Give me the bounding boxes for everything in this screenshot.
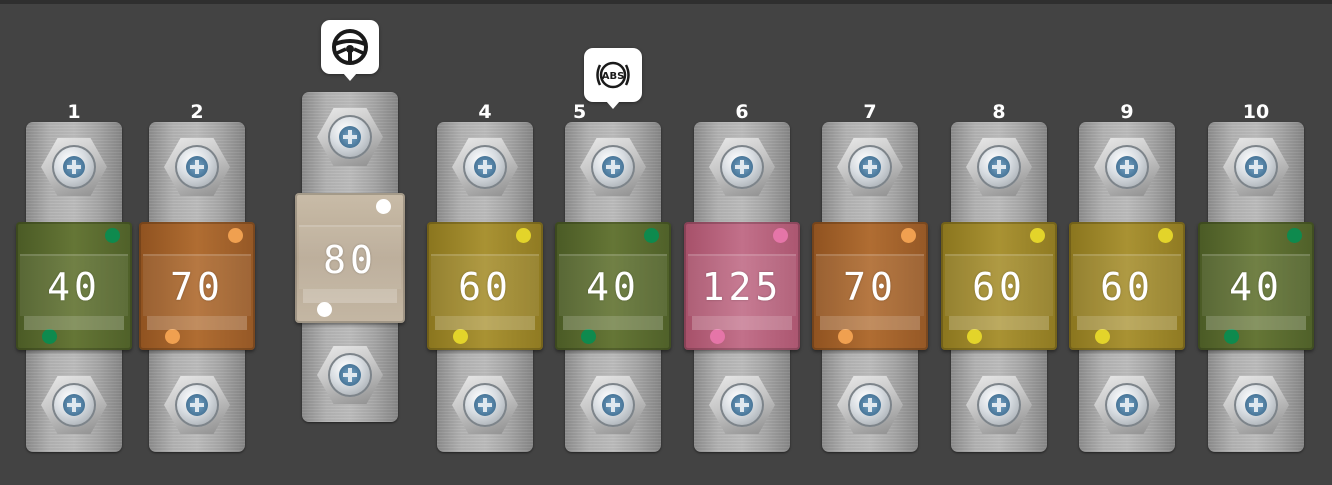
fuse-rating: 60: [458, 265, 512, 309]
steering-wheel-icon: [321, 20, 379, 81]
fuse-rating: 60: [972, 265, 1026, 309]
fuse-indicator-dot: [105, 228, 120, 243]
fuse-slot-7[interactable]: 7 70: [810, 0, 930, 485]
fuse-rating: 40: [47, 265, 101, 309]
fuse-rating: 70: [843, 265, 897, 309]
fuse-number: 5: [573, 101, 587, 123]
fuse-number: 2: [190, 101, 204, 123]
fuse-slot-10[interactable]: 10 40: [1196, 0, 1316, 485]
fuse-slot-1[interactable]: 1 40: [14, 0, 134, 485]
fuse-body[interactable]: 125: [684, 222, 800, 350]
fuse-slot-3[interactable]: 3 80: [290, 0, 410, 485]
fuse-body[interactable]: 60: [1069, 222, 1185, 350]
fuse-body[interactable]: 70: [139, 222, 255, 350]
fuse-number: 4: [478, 101, 492, 123]
fuse-body[interactable]: 40: [1198, 222, 1314, 350]
fuse-indicator-dot: [1095, 329, 1110, 344]
fuse-indicator-dot: [317, 302, 332, 317]
fuse-indicator-dot: [967, 329, 982, 344]
fuse-rating: 80: [323, 238, 377, 282]
fuse-indicator-dot: [165, 329, 180, 344]
fuse-indicator-dot: [838, 329, 853, 344]
fuse-number: 8: [992, 101, 1006, 123]
fuse-indicator-dot: [581, 329, 596, 344]
fuse-indicator-dot: [228, 228, 243, 243]
fuse-body[interactable]: 40: [555, 222, 671, 350]
fuse-rating: 60: [1100, 265, 1154, 309]
fuse-indicator-dot: [1287, 228, 1302, 243]
fuse-slot-4[interactable]: 4 60: [425, 0, 545, 485]
fuse-body[interactable]: 80: [295, 193, 405, 323]
fuse-slot-6[interactable]: 6 125: [682, 0, 802, 485]
fuse-indicator-dot: [453, 329, 468, 344]
fuse-rating: 40: [586, 265, 640, 309]
fuse-number: 9: [1120, 101, 1134, 123]
fuse-indicator-dot: [644, 228, 659, 243]
fuse-number: 6: [735, 101, 749, 123]
fuse-body[interactable]: 70: [812, 222, 928, 350]
fuse-indicator-dot: [42, 329, 57, 344]
fuse-slot-5[interactable]: ABS 5 40: [553, 0, 673, 485]
fuse-number: 1: [67, 101, 81, 123]
svg-text:ABS: ABS: [602, 71, 625, 82]
fuse-body[interactable]: 60: [941, 222, 1057, 350]
fuse-rating: 40: [1229, 265, 1283, 309]
fuse-slot-8[interactable]: 8 60: [939, 0, 1059, 485]
fuse-indicator-dot: [773, 228, 788, 243]
abs-icon: ABS: [584, 48, 642, 109]
fuse-body[interactable]: 60: [427, 222, 543, 350]
fuse-indicator-dot: [376, 199, 391, 214]
fuse-rating: 125: [701, 265, 783, 309]
fuse-indicator-dot: [901, 228, 916, 243]
fuse-rating: 70: [170, 265, 224, 309]
fuse-indicator-dot: [516, 228, 531, 243]
fuse-number: 10: [1242, 101, 1270, 123]
fuse-indicator-dot: [1158, 228, 1173, 243]
fuse-body[interactable]: 40: [16, 222, 132, 350]
fuse-number: 7: [863, 101, 877, 123]
fuse-slot-9[interactable]: 9 60: [1067, 0, 1187, 485]
fuse-indicator-dot: [710, 329, 725, 344]
fuse-slot-2[interactable]: 2 70: [137, 0, 257, 485]
fuse-indicator-dot: [1224, 329, 1239, 344]
fuse-indicator-dot: [1030, 228, 1045, 243]
